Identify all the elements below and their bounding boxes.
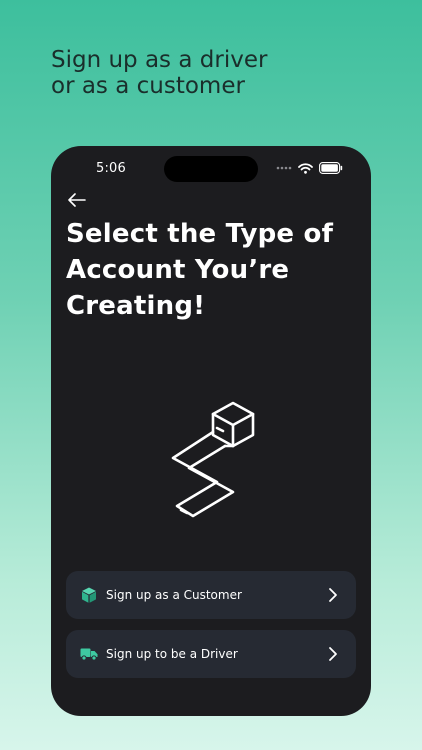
- promo-headline: Sign up as a driver or as a customer: [51, 47, 381, 99]
- back-button[interactable]: [65, 188, 89, 212]
- page-title-line-2: Account You’re: [66, 255, 290, 285]
- chevron-right-icon: [329, 588, 337, 602]
- isometric-path-box-illustration: [171, 401, 255, 518]
- page-title: Select the Type of Account You’re Creati…: [66, 216, 356, 324]
- signup-driver-label: Sign up to be a Driver: [106, 647, 238, 661]
- promo-headline-line-1: Sign up as a driver: [51, 47, 268, 73]
- phone-frame: 5:06 Select the Type of Account You’re C…: [51, 146, 371, 716]
- chevron-right-icon: [329, 647, 337, 661]
- signup-customer-button[interactable]: Sign up as a Customer: [66, 571, 356, 619]
- signal-dots-icon: [276, 166, 292, 170]
- wifi-icon: [298, 162, 313, 174]
- signup-customer-label: Sign up as a Customer: [106, 588, 242, 602]
- promo-headline-line-2: or as a customer: [51, 73, 245, 99]
- status-icons: [276, 161, 343, 175]
- page-title-line-1: Select the Type of: [66, 219, 334, 249]
- battery-icon: [319, 162, 343, 174]
- arrow-left-icon: [68, 193, 86, 207]
- dynamic-island: [164, 156, 258, 182]
- signup-driver-button[interactable]: Sign up to be a Driver: [66, 630, 356, 678]
- box-icon: [80, 586, 98, 604]
- status-bar: 5:06: [51, 146, 371, 190]
- page-title-line-3: Creating!: [66, 291, 206, 321]
- status-time: 5:06: [96, 161, 126, 176]
- truck-icon: [80, 645, 98, 663]
